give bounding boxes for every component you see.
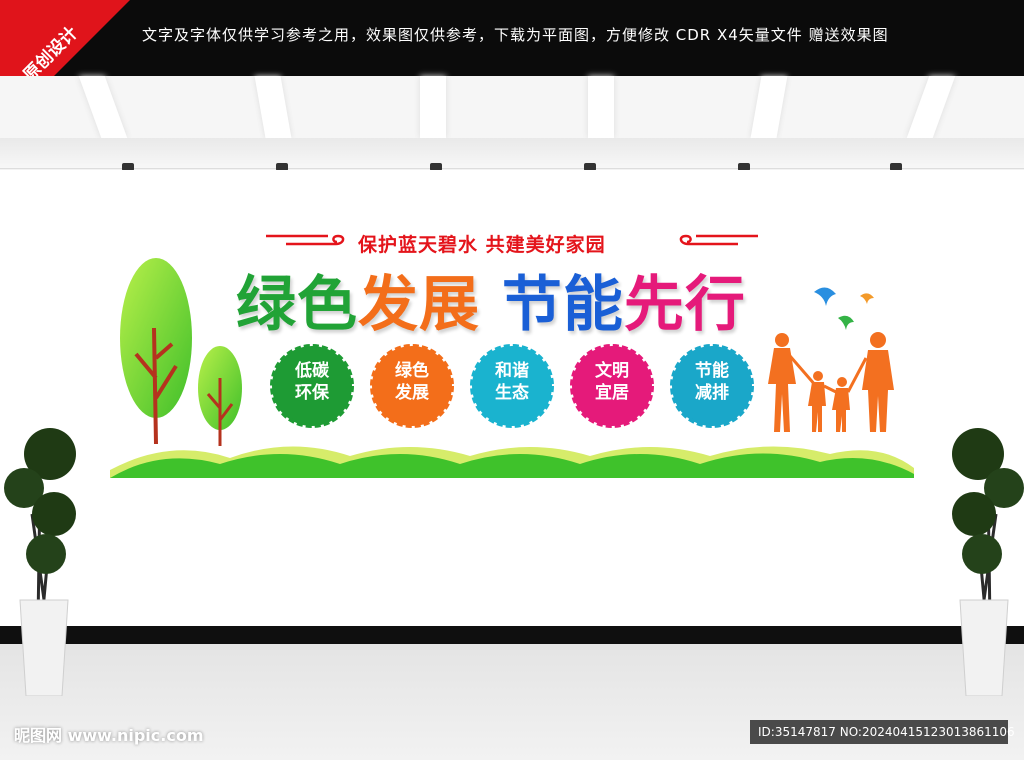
tree-icon: [120, 258, 242, 446]
badge-label: 绿色 发展: [395, 361, 429, 403]
slogan: 保护蓝天碧水 共建美好家园: [358, 234, 606, 256]
top-bar: 文字及字体仅供学习参考之用，效果图仅供参考，下载为平面图，方便修改 CDR X4…: [0, 0, 1024, 76]
birds-icon: [814, 287, 874, 330]
title-part-orange: 发展: [358, 270, 480, 340]
notice-text: 文字及字体仅供学习参考之用，效果图仅供参考，下载为平面图，方便修改 CDR X4…: [142, 26, 889, 44]
baseboard: [0, 626, 1024, 644]
badge-green-development: 绿色 发展: [370, 344, 454, 428]
badge-energy-saving: 节能 减排: [670, 344, 754, 428]
badge-civilized-livable: 文明 宜居: [570, 344, 654, 428]
family-silhouette-icon: [768, 332, 894, 432]
badge-label: 文明 宜居: [595, 361, 629, 403]
main-title: 绿色发展 节能先行: [236, 256, 746, 343]
badge-label: 和谐 生态: [495, 361, 529, 403]
title-part-blue: 节能: [501, 270, 624, 340]
potted-plant-icon: [4, 428, 76, 696]
badge-label: 低碳 环保: [295, 361, 329, 403]
badge-label: 节能 减排: [695, 361, 729, 403]
ceiling-band: [0, 138, 1024, 169]
grass-hills: [110, 446, 914, 478]
site-watermark: 昵图网 www.nipic.com: [14, 726, 204, 745]
image-id-box: ID:35147817 NO:20240415123013861106: [750, 720, 1015, 744]
ceiling-light: [420, 76, 446, 138]
left-curl-icon: [266, 234, 345, 246]
title-part-green: 绿色: [236, 270, 358, 340]
badge-harmonious-ecology: 和谐 生态: [470, 344, 554, 428]
potted-plant-icon: [952, 428, 1024, 696]
ceiling-light: [588, 76, 614, 138]
right-curl-icon: [679, 234, 758, 246]
badge-low-carbon: 低碳 环保: [270, 344, 354, 428]
title-part-pink: 先行: [623, 270, 746, 340]
